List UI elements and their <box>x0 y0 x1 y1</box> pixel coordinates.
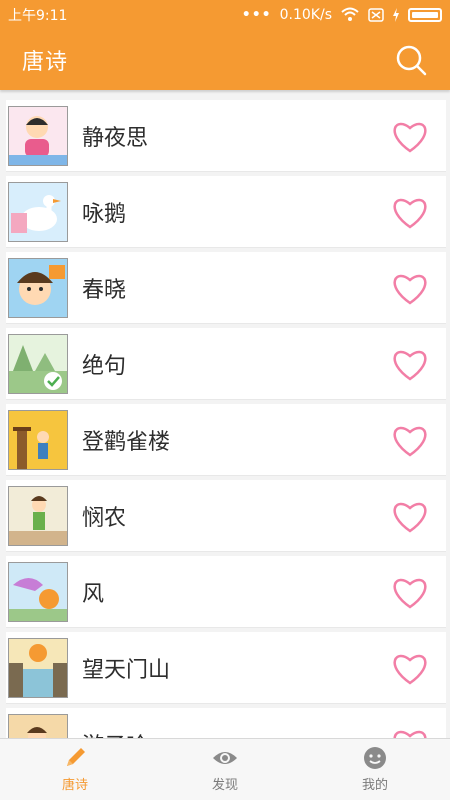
list-item[interactable]: 静夜思 <box>6 100 446 172</box>
list-item[interactable]: 望天门山 <box>6 632 446 704</box>
list-item[interactable]: 游子吟 <box>6 708 446 738</box>
eye-icon <box>213 752 237 764</box>
poem-title: 风 <box>82 581 105 607</box>
poem-thumbnail <box>8 181 68 242</box>
status-time: 上午9:11 <box>8 8 68 24</box>
page-title: 唐诗 <box>22 50 69 75</box>
poem-thumbnail <box>8 561 68 622</box>
poem-title: 咏鹅 <box>82 201 127 227</box>
poem-title: 静夜思 <box>82 125 149 151</box>
poem-title: 春晓 <box>82 277 127 303</box>
heart-icon[interactable] <box>390 650 430 686</box>
poem-title: 登鹳雀楼 <box>82 429 171 455</box>
tab-mine[interactable]: 我的 <box>300 739 450 800</box>
heart-icon[interactable] <box>390 574 430 610</box>
poem-thumbnail <box>8 333 68 394</box>
heart-icon[interactable] <box>390 346 430 382</box>
poem-thumbnail <box>8 637 68 698</box>
tab-poems[interactable]: 唐诗 <box>0 739 150 800</box>
list-item[interactable]: 绝句 <box>6 328 446 400</box>
wifi-icon <box>341 7 359 21</box>
search-icon[interactable] <box>394 43 428 77</box>
tab-label: 我的 <box>361 778 388 793</box>
status-indicators: ••• 0.10K/s <box>242 7 442 23</box>
heart-icon[interactable] <box>390 118 430 154</box>
poem-title: 游子吟 <box>82 728 390 739</box>
heart-icon[interactable] <box>390 726 430 739</box>
heart-icon[interactable] <box>390 498 430 534</box>
list-item[interactable]: 春晓 <box>6 252 446 324</box>
pencil-icon <box>67 748 85 766</box>
poem-thumbnail <box>8 257 68 318</box>
heart-icon[interactable] <box>390 194 430 230</box>
heart-icon[interactable] <box>390 422 430 458</box>
tab-label: 唐诗 <box>61 778 88 793</box>
list-item[interactable]: 风 <box>6 556 446 628</box>
bottom-nav: 唐诗 发现 我的 <box>0 738 450 800</box>
status-bar: 上午9:11 ••• 0.10K/s <box>0 0 450 30</box>
tab-label: 发现 <box>211 778 238 793</box>
battery-icon <box>408 8 442 22</box>
face-icon <box>364 747 386 769</box>
notification-dots: ••• <box>241 7 272 23</box>
list-item[interactable]: 咏鹅 <box>6 176 446 248</box>
heart-icon[interactable] <box>390 270 430 306</box>
poem-title: 绝句 <box>82 353 127 379</box>
list-item[interactable]: 悯农 <box>6 480 446 552</box>
poem-thumbnail <box>8 409 68 470</box>
poem-list[interactable]: 静夜思 咏鹅 春晓 绝句 登鹳雀楼 悯农 风 望天门山 <box>0 92 450 738</box>
charging-icon <box>393 8 399 22</box>
list-item[interactable]: 登鹳雀楼 <box>6 404 446 476</box>
poem-title: 望天门山 <box>82 657 171 683</box>
poem-thumbnail <box>8 713 68 738</box>
poem-thumbnail <box>8 105 68 166</box>
app-bar: 唐诗 <box>0 30 450 90</box>
tab-discover[interactable]: 发现 <box>150 739 300 800</box>
no-sim-icon <box>368 8 384 22</box>
poem-thumbnail <box>8 485 68 546</box>
network-speed: 0.10K/s <box>279 7 332 23</box>
poem-title: 悯农 <box>82 505 127 531</box>
